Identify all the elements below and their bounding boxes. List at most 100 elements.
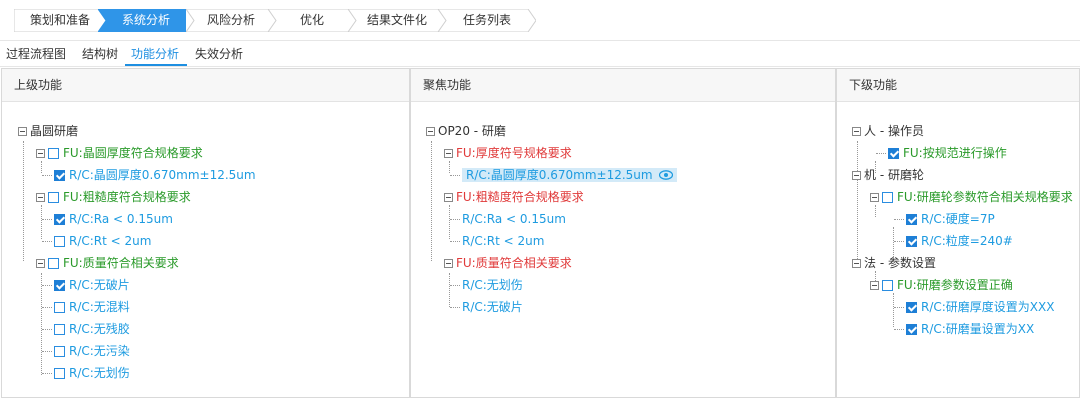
tree-node-fu[interactable]: FU:粗糙度符合规格要求 [36, 187, 191, 207]
tree-node-rc[interactable]: R/C:Rt < 2um [42, 231, 151, 251]
tree-node-rc[interactable]: R/C:无混料 [42, 297, 130, 317]
collapse-icon[interactable] [444, 193, 453, 202]
tree-node-fu[interactable]: FU:研磨轮参数符合相关规格要求 [870, 187, 1073, 207]
tree-node-rc[interactable]: R/C:无残胶 [42, 319, 130, 339]
fu-label: FU:研磨参数设置正确 [897, 278, 1013, 292]
tab-function-analysis[interactable]: 功能分析 [131, 44, 179, 64]
step-optimize[interactable]: 优化 [268, 9, 356, 32]
checkbox[interactable] [54, 302, 65, 313]
focus-function-panel: 聚焦功能 OP20 - 研磨 FU:厚度符号规格要求 R/C:晶圆厚度0.670… [410, 68, 836, 398]
step-system-analysis[interactable]: 系统分析 [98, 9, 194, 32]
tab-structure-tree[interactable]: 结构树 [82, 44, 118, 64]
divider [0, 40, 1080, 41]
tree-node-fu[interactable]: FU:质量符合相关要求 [444, 253, 572, 273]
checkbox[interactable] [882, 192, 893, 203]
checkbox-checked[interactable] [54, 170, 65, 181]
checkbox-checked[interactable] [54, 280, 65, 291]
rc-label: R/C:晶圆厚度0.670mm±12.5um [466, 168, 653, 182]
tree-node-fu[interactable]: FU:粗糙度符合规格要求 [444, 187, 584, 207]
fu-label: FU:粗糙度符合规格要求 [456, 190, 584, 204]
tree-node-rc[interactable]: R/C:Ra < 0.15um [450, 209, 566, 229]
rc-label: R/C:无划伤 [462, 278, 523, 292]
tree-node-fu[interactable]: FU:研磨参数设置正确 [870, 275, 1013, 295]
checkbox[interactable] [48, 192, 59, 203]
collapse-icon[interactable] [852, 259, 861, 268]
rc-label: R/C:无残胶 [69, 322, 130, 336]
fu-label: FU:按规范进行操作 [903, 146, 1007, 160]
tree-node-rc[interactable]: R/C:无破片 [42, 275, 130, 295]
collapse-icon[interactable] [426, 127, 435, 136]
checkbox-checked[interactable] [54, 214, 65, 225]
tree-root[interactable]: OP20 - 研磨 [426, 121, 506, 141]
collapse-icon[interactable] [870, 193, 879, 202]
collapse-icon[interactable] [18, 127, 27, 136]
checkbox[interactable] [54, 368, 65, 379]
checkbox-checked[interactable] [906, 324, 917, 335]
rc-label: R/C:研磨量设置为XX [921, 322, 1035, 336]
tree-node-machine[interactable]: 机 - 研磨轮 [852, 165, 924, 185]
rc-label: R/C:研磨厚度设置为XXX [921, 300, 1055, 314]
collapse-icon[interactable] [36, 193, 45, 202]
collapse-icon[interactable] [444, 149, 453, 158]
rc-label: R/C:硬度=7P [921, 212, 995, 226]
tree-root-label: OP20 - 研磨 [438, 124, 506, 138]
tab-failure-analysis[interactable]: 失效分析 [195, 44, 243, 64]
step-bar: 策划和准备 系统分析 风险分析 优化 结果文件化 任务列表 [0, 0, 1080, 40]
step-task-list[interactable]: 任务列表 [438, 9, 536, 32]
collapse-icon[interactable] [870, 281, 879, 290]
tree-node-fu[interactable]: FU:按规范进行操作 [876, 143, 1007, 163]
checkbox[interactable] [882, 280, 893, 291]
checkbox-checked[interactable] [906, 302, 917, 313]
collapse-icon[interactable] [36, 259, 45, 268]
checkbox[interactable] [54, 346, 65, 357]
step-optimize-label: 优化 [299, 13, 324, 27]
tree-root[interactable]: 晶圆研磨 [18, 121, 78, 141]
tree-node-rc[interactable]: R/C:硬度=7P [894, 209, 995, 229]
rc-label: R/C:Rt < 2um [462, 234, 545, 248]
checkbox[interactable] [48, 148, 59, 159]
rc-label: R/C:Rt < 2um [69, 234, 152, 248]
tab-process-flow[interactable]: 过程流程图 [6, 44, 66, 64]
checkbox-checked[interactable] [888, 148, 899, 159]
step-system-analysis-label: 系统分析 [121, 13, 170, 27]
tree-node-fu[interactable]: FU:晶圆厚度符合规格要求 [36, 143, 203, 163]
step-planning-label: 策划和准备 [29, 13, 90, 27]
tree-node-rc[interactable]: R/C:研磨厚度设置为XXX [894, 297, 1054, 317]
collapse-icon[interactable] [36, 149, 45, 158]
collapse-icon[interactable] [852, 171, 861, 180]
category-label: 法 - 参数设置 [864, 256, 936, 270]
rc-label: R/C:Ra < 0.15um [462, 212, 566, 226]
collapse-icon[interactable] [444, 259, 453, 268]
eye-icon[interactable] [658, 166, 673, 186]
checkbox[interactable] [54, 236, 65, 247]
tree-node-rc[interactable]: R/C:研磨量设置为XX [894, 319, 1034, 339]
checkbox[interactable] [54, 324, 65, 335]
checkbox-checked[interactable] [906, 236, 917, 247]
step-risk-analysis[interactable]: 风险分析 [186, 9, 276, 32]
step-planning[interactable]: 策划和准备 [14, 9, 106, 32]
tree-node-rc[interactable]: R/C:无破片 [450, 297, 523, 317]
checkbox-checked[interactable] [906, 214, 917, 225]
tree-node-rc[interactable]: R/C:无污染 [42, 341, 130, 361]
tree-node-man[interactable]: 人 - 操作员 [852, 121, 924, 141]
tree-node-rc[interactable]: R/C:无划伤 [42, 363, 130, 383]
tree-node-rc[interactable]: R/C:无划伤 [450, 275, 523, 295]
focus-function-title: 聚焦功能 [411, 69, 835, 102]
step-documentation[interactable]: 结果文件化 [348, 9, 446, 32]
tree-node-rc[interactable]: R/C:Rt < 2um [450, 231, 544, 251]
tree-node-fu[interactable]: FU:厚度符号规格要求 [444, 143, 572, 163]
tree-node-rc[interactable]: R/C:Ra < 0.15um [42, 209, 173, 229]
fu-label: FU:厚度符号规格要求 [456, 146, 572, 160]
tree-node-rc-selected[interactable]: R/C:晶圆厚度0.670mm±12.5um [450, 165, 677, 185]
tree-node-rc[interactable]: R/C:晶圆厚度0.670mm±12.5um [42, 165, 256, 185]
collapse-icon[interactable] [852, 127, 861, 136]
tree-node-fu[interactable]: FU:质量符合相关要求 [36, 253, 179, 273]
rc-label: R/C:无划伤 [69, 366, 130, 380]
tree-node-method[interactable]: 法 - 参数设置 [852, 253, 936, 273]
upper-function-title: 上级功能 [2, 69, 409, 102]
checkbox[interactable] [48, 258, 59, 269]
rc-label: R/C:无混料 [69, 300, 130, 314]
tree-node-rc[interactable]: R/C:粒度=240# [894, 231, 1013, 251]
rc-label: R/C:无破片 [69, 278, 130, 292]
fu-label: FU:粗糙度符合规格要求 [63, 190, 191, 204]
